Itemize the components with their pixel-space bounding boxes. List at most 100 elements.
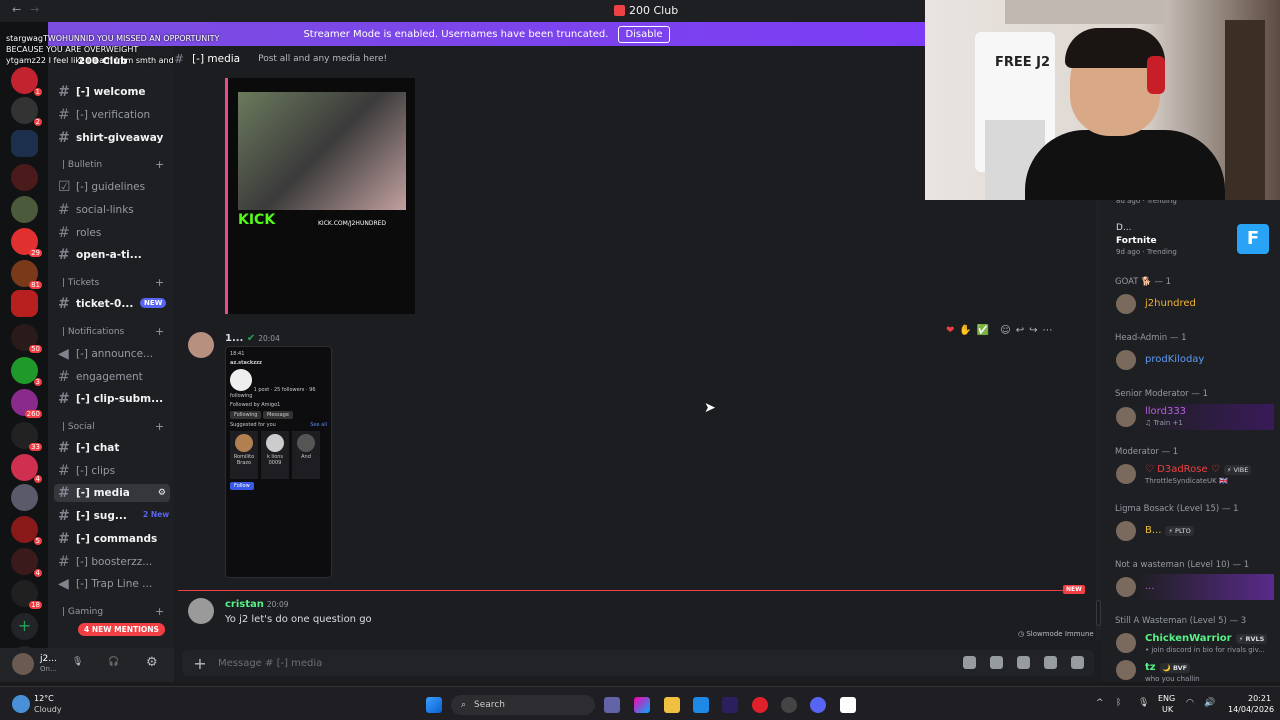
category-gaming[interactable]: | Gaming	[62, 607, 103, 617]
heart-reaction-icon[interactable]: ❤	[946, 325, 954, 336]
category-social[interactable]: | Social	[62, 422, 95, 432]
member-name[interactable]: ChickenWarrior ⚡ RVLS	[1145, 633, 1268, 644]
add-channel-icon[interactable]: +	[155, 276, 164, 289]
add-channel-icon[interactable]: +	[155, 158, 164, 171]
gift-icon[interactable]	[963, 656, 976, 669]
capcut-icon[interactable]	[840, 697, 856, 713]
guild-name[interactable]: 200 Club	[78, 56, 127, 67]
headphones-icon[interactable]: 🎧	[108, 657, 119, 667]
taskbar-search[interactable]: ⌕ Search	[451, 695, 595, 715]
avatar[interactable]	[1116, 633, 1136, 653]
add-channel-icon[interactable]: +	[155, 325, 164, 338]
server-icon[interactable]	[11, 164, 38, 191]
obs-icon[interactable]	[781, 697, 797, 713]
activity-game[interactable]: Fortnite	[1116, 236, 1157, 246]
channel-guidelines[interactable]: ☑ [-] guidelines	[58, 179, 145, 195]
channel-welcome[interactable]: # [-] welcome	[58, 84, 146, 100]
category-bulletin[interactable]: | Bulletin	[62, 160, 102, 170]
channel-social-links[interactable]: # social-links	[58, 202, 134, 218]
channel-roles[interactable]: # roles	[58, 225, 101, 241]
add-reaction-icon[interactable]: ☺	[1000, 325, 1010, 336]
windows-start-icon[interactable]	[426, 697, 442, 713]
mic-tray-icon[interactable]: 🎙	[1138, 698, 1149, 708]
channel-commands[interactable]: # [-] commands	[58, 531, 157, 547]
member-name[interactable]: tz 🌙 BVF	[1145, 662, 1191, 673]
server-icon[interactable]: 2	[11, 97, 42, 126]
category-notifications[interactable]: | Notifications	[62, 327, 124, 337]
avatar[interactable]	[1116, 577, 1136, 597]
microphone-icon[interactable]: 🎙	[72, 657, 83, 667]
avatar[interactable]	[1116, 660, 1136, 680]
disable-streamer-button[interactable]: Disable	[618, 25, 670, 43]
gif-icon[interactable]	[990, 656, 1003, 669]
apps-icon[interactable]	[1071, 656, 1084, 669]
avatar[interactable]	[1116, 407, 1136, 427]
channel-engagement[interactable]: # engagement	[58, 369, 143, 385]
server-icon[interactable]	[11, 196, 38, 223]
avatar[interactable]	[188, 598, 214, 624]
channel-ticket[interactable]: # ticket-0...	[58, 296, 133, 312]
forward-icon[interactable]: ↪	[1029, 325, 1037, 336]
back-arrow-icon[interactable]: ←	[12, 3, 21, 16]
language-indicator[interactable]: ENG	[1158, 694, 1175, 703]
add-server-icon[interactable]: +	[11, 613, 38, 640]
clock-time[interactable]: 20:21	[1248, 694, 1271, 703]
check-reaction-icon[interactable]: ✅	[977, 325, 989, 336]
avatar[interactable]	[12, 653, 34, 675]
avatar[interactable]	[1116, 521, 1136, 541]
channel-suggestions[interactable]: # [-] sug...	[58, 508, 127, 524]
discord-icon[interactable]	[810, 697, 826, 713]
opera-icon[interactable]	[752, 697, 768, 713]
member-name[interactable]: B... ⚡ PLTO	[1145, 525, 1194, 536]
attach-plus-icon[interactable]: +	[182, 654, 218, 673]
add-channel-icon[interactable]: +	[155, 420, 164, 433]
new-mentions-pill[interactable]: 4 NEW MENTIONS	[78, 623, 165, 636]
more-options-icon[interactable]: ⋯	[1043, 325, 1053, 336]
screenshot-attachment[interactable]: 18:41 az.stackzzz 1 post · 25 followers …	[225, 346, 332, 578]
avatar[interactable]	[1116, 464, 1136, 484]
video-attachment[interactable]: KICK KICK.COM/J2HUNDRED	[225, 78, 415, 314]
copilot-icon[interactable]	[634, 697, 650, 713]
server-icon[interactable]: 4	[11, 454, 42, 483]
avatar[interactable]	[1116, 294, 1136, 314]
server-icon[interactable]: 81	[11, 260, 42, 289]
member-name[interactable]: j2hundred	[1145, 298, 1196, 309]
member-name[interactable]: llord333	[1145, 406, 1186, 417]
channel-verification[interactable]: # [-] verification	[58, 107, 150, 123]
channel-clips[interactable]: # [-] clips	[58, 463, 115, 479]
message-composer[interactable]: + Message # [-] media	[182, 650, 1094, 676]
server-icon[interactable]: 1	[11, 67, 42, 96]
settings-icon[interactable]: ⚙	[158, 488, 166, 498]
server-icon[interactable]: 50	[11, 324, 42, 353]
user-settings-gear-icon[interactable]: ⚙	[146, 655, 158, 670]
premiere-icon[interactable]	[722, 697, 738, 713]
message-author[interactable]: 1... ✔ 20:04	[225, 333, 280, 344]
avatar[interactable]	[188, 332, 214, 358]
server-icon-kick[interactable]	[11, 130, 38, 157]
member-name[interactable]: ♡ D3adRose ♡ ⚡ VIBE	[1145, 464, 1252, 475]
add-channel-icon[interactable]: +	[155, 605, 164, 618]
channel-open-a-ticket[interactable]: # open-a-ti...	[58, 247, 142, 263]
member-name[interactable]: prodKiloday	[1145, 354, 1204, 365]
server-icon[interactable]: 260	[11, 389, 42, 418]
server-icon[interactable]: 18	[11, 580, 42, 609]
server-icon[interactable]: 5	[11, 516, 42, 545]
clock-date[interactable]: 14/04/2026	[1228, 705, 1274, 714]
message-author[interactable]: cristan 20:09	[225, 599, 289, 610]
category-tickets[interactable]: | Tickets	[62, 278, 99, 288]
reply-icon[interactable]: ↩	[1016, 325, 1024, 336]
server-icon[interactable]: 3	[11, 357, 42, 386]
bluetooth-icon[interactable]: ᛒ	[1116, 698, 1121, 708]
server-icon[interactable]: 29	[11, 228, 42, 257]
hand-reaction-icon[interactable]: ✋	[959, 325, 971, 336]
channel-clip-submissions[interactable]: # [-] clip-subm...	[58, 391, 163, 407]
server-icon[interactable]	[11, 290, 38, 317]
channel-boosters[interactable]: # [-] boosterzz...	[58, 554, 152, 570]
scrollbar-thumb[interactable]	[1096, 600, 1101, 626]
edge-icon[interactable]	[693, 697, 709, 713]
teams-icon[interactable]	[604, 697, 620, 713]
server-icon[interactable]	[11, 484, 38, 511]
sticker-icon[interactable]	[1017, 656, 1030, 669]
channel-announcements[interactable]: ◀ [-] announce...	[58, 346, 153, 362]
channel-media[interactable]: # [-] media ⚙	[54, 484, 170, 502]
